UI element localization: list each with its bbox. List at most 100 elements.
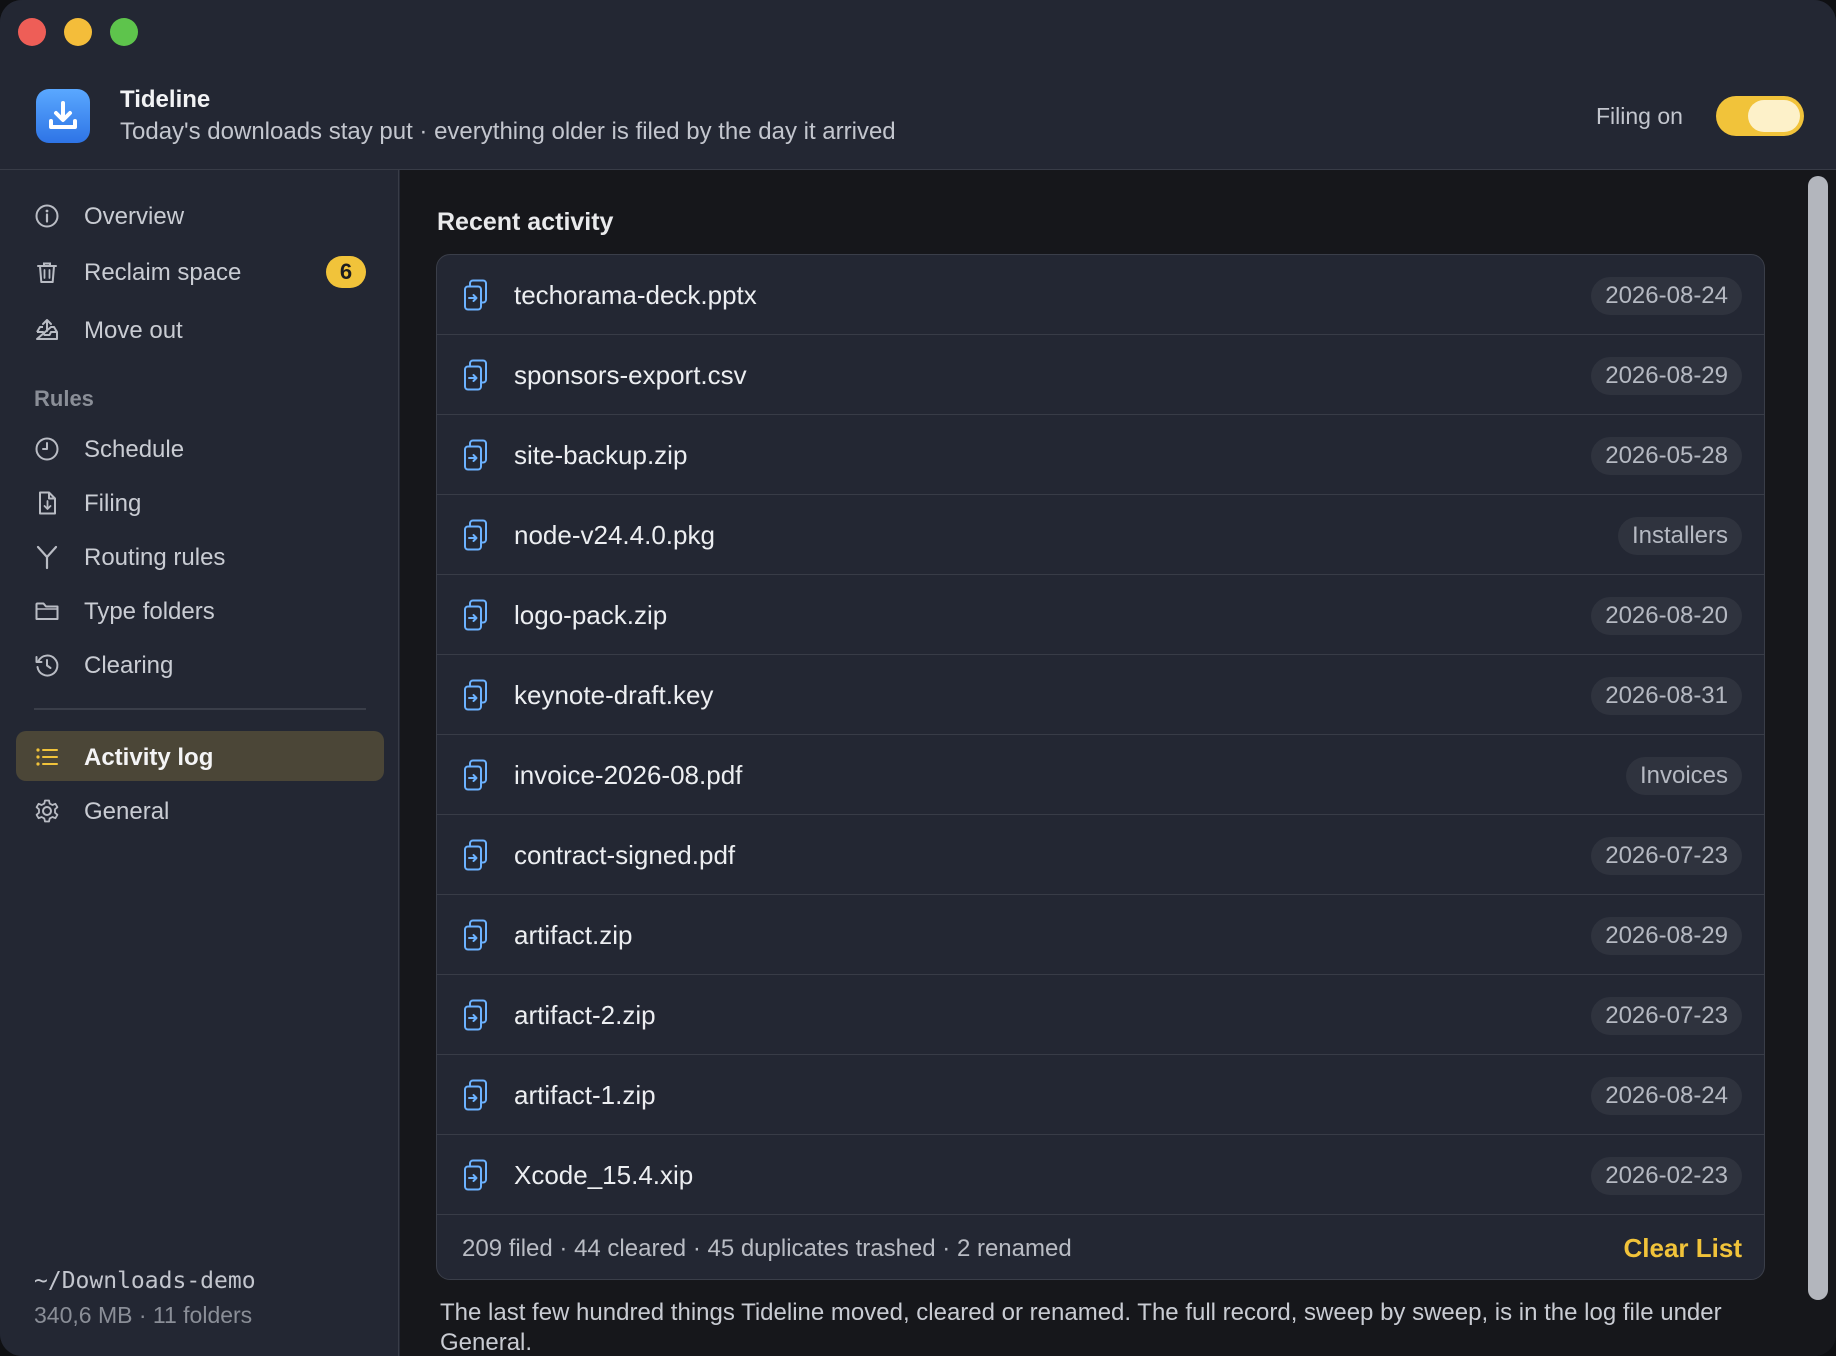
table-row[interactable]: artifact.zip 2026-08-29 (437, 895, 1764, 975)
activity-list-footer: 209 filed · 44 cleared · 45 duplicates t… (437, 1215, 1764, 1279)
sidebar-item-move-out[interactable]: Move out (16, 304, 384, 354)
table-row[interactable]: artifact-1.zip 2026-08-24 (437, 1055, 1764, 1135)
file-name: logo-pack.zip (514, 600, 668, 630)
destination-tag: 2026-08-24 (1591, 1077, 1742, 1115)
trash-icon (37, 262, 57, 283)
file-moved-icon (463, 1159, 489, 1191)
destination-tag: Invoices (1625, 757, 1742, 795)
table-row[interactable]: artifact-2.zip 2026-07-23 (437, 975, 1764, 1055)
app-subtitle: Today's downloads stay put · everything … (120, 118, 896, 145)
file-name: Xcode_15.4.xip (514, 1160, 694, 1190)
main-content: Recent activity techorama-deck.pptx 2026-… (400, 170, 1836, 1356)
page-title: Recent activity (437, 208, 614, 236)
sidebar-item-overview[interactable]: Overview (16, 190, 384, 240)
table-row[interactable]: logo-pack.zip 2026-08-20 (437, 575, 1764, 655)
destination-tag: 2026-08-31 (1591, 677, 1742, 715)
table-row[interactable]: sponsors-export.csv 2026-08-29 (437, 335, 1764, 415)
sidebar-item-label: Type folders (84, 598, 215, 625)
table-row[interactable]: keynote-draft.key 2026-08-31 (437, 655, 1764, 735)
file-name: sponsors-export.csv (514, 360, 747, 390)
activity-list: techorama-deck.pptx 2026-08-24 sponsors-ex… (436, 254, 1765, 1280)
file-moved-icon (463, 679, 489, 711)
file-moved-icon (463, 839, 489, 871)
list-icon (36, 748, 58, 766)
destination-tag: 2026-08-29 (1591, 917, 1742, 955)
file-name: site-backup.zip (514, 440, 688, 470)
sidebar-item-label: Routing rules (84, 544, 226, 571)
zoom-window-button[interactable] (110, 18, 138, 46)
app-window: Tideline Today's downloads stay put · ev… (0, 0, 1836, 1356)
file-name: invoice-2026-08.pdf (514, 760, 743, 790)
file-moved-icon (463, 919, 489, 951)
sidebar-item-label: Reclaim space (84, 259, 242, 286)
file-moved-icon (463, 1079, 489, 1111)
file-name: keynote-draft.key (514, 680, 714, 710)
destination-tag: 2026-02-23 (1591, 1157, 1742, 1195)
file-name: artifact.zip (514, 920, 633, 950)
rules-section-label: Rules (34, 386, 94, 411)
folder-icon (35, 602, 59, 620)
activity-stats: 209 filed · 44 cleared · 45 duplicates t… (462, 1235, 1072, 1262)
sidebar-item-label: Move out (84, 317, 183, 344)
history-icon (35, 654, 59, 677)
sidebar-item-routing-rules[interactable]: Routing rules (16, 531, 384, 581)
downloads-path: ~/Downloads-demo (34, 1268, 256, 1294)
sidebar-item-filing[interactable]: Filing (16, 477, 384, 527)
file-name: artifact-2.zip (514, 1000, 656, 1030)
folder-stats: 340,6 MB · 11 folders (34, 1302, 253, 1328)
reclaim-count-badge: 6 (326, 256, 366, 288)
sidebar-item-reclaim-space[interactable]: Reclaim space 6 (16, 246, 384, 296)
table-row[interactable]: Xcode_15.4.xip 2026-02-23 (437, 1135, 1764, 1215)
file-name: contract-signed.pdf (514, 840, 736, 870)
destination-tag: 2026-05-28 (1591, 437, 1742, 475)
file-moved-icon (463, 759, 489, 791)
toggle-knob (1748, 100, 1800, 132)
destination-tag: 2026-08-24 (1591, 277, 1742, 315)
destination-tag: 2026-07-23 (1591, 997, 1742, 1035)
download-tray-icon (36, 89, 90, 143)
sidebar-item-activity-log[interactable]: Activity log (16, 731, 384, 781)
tray-arrow-icon (36, 319, 58, 340)
filing-toggle[interactable] (1716, 96, 1804, 136)
table-row[interactable]: site-backup.zip 2026-05-28 (437, 415, 1764, 495)
info-icon (35, 204, 59, 228)
fork-icon (36, 545, 58, 570)
sidebar-item-label: Clearing (84, 652, 174, 679)
activity-note: The last few hundred things Tideline mov… (440, 1299, 1722, 1356)
title-bar: Tideline Today's downloads stay put · ev… (0, 0, 1836, 170)
clock-icon (35, 437, 59, 461)
destination-tag: Installers (1617, 517, 1742, 555)
minimize-window-button[interactable] (64, 18, 92, 46)
sidebar-item-type-folders[interactable]: Type folders (16, 585, 384, 635)
destination-tag: 2026-08-20 (1591, 597, 1742, 635)
table-row[interactable]: techorama-deck.pptx 2026-08-24 (437, 255, 1764, 335)
file-name: techorama-deck.pptx (514, 280, 757, 310)
file-moved-icon (463, 359, 489, 391)
destination-tag: 2026-08-29 (1591, 357, 1742, 395)
sidebar-item-clearing[interactable]: Clearing (16, 639, 384, 689)
sidebar-item-label: Activity log (84, 744, 214, 771)
sidebar-item-label: Overview (84, 203, 185, 230)
table-row[interactable]: node-v24.4.0.pkg Installers (437, 495, 1764, 575)
sidebar-item-label: Filing (84, 490, 142, 517)
sidebar-item-general[interactable]: General (16, 785, 384, 835)
file-moved-icon (463, 519, 489, 551)
clear-list-button[interactable]: Clear List (1624, 1233, 1743, 1264)
table-row[interactable]: contract-signed.pdf 2026-07-23 (437, 815, 1764, 895)
file-name: artifact-1.zip (514, 1080, 656, 1110)
file-name: node-v24.4.0.pkg (514, 520, 715, 550)
app-name: Tideline (120, 86, 211, 113)
sidebar-item-label: General (84, 798, 170, 825)
filing-toggle-label: Filing on (1596, 103, 1683, 129)
table-row[interactable]: invoice-2026-08.pdf Invoices (437, 735, 1764, 815)
scrollbar[interactable] (1808, 176, 1828, 1300)
document-arrow-icon (39, 491, 56, 515)
gear-icon (35, 799, 59, 823)
sidebar: Overview Reclaim space 6 Move out Rules (0, 170, 399, 1356)
file-moved-icon (463, 999, 489, 1031)
close-window-button[interactable] (18, 18, 46, 46)
destination-tag: 2026-07-23 (1591, 837, 1742, 875)
file-moved-icon (463, 599, 489, 631)
sidebar-item-schedule[interactable]: Schedule (16, 423, 384, 473)
sidebar-item-label: Schedule (84, 436, 185, 463)
